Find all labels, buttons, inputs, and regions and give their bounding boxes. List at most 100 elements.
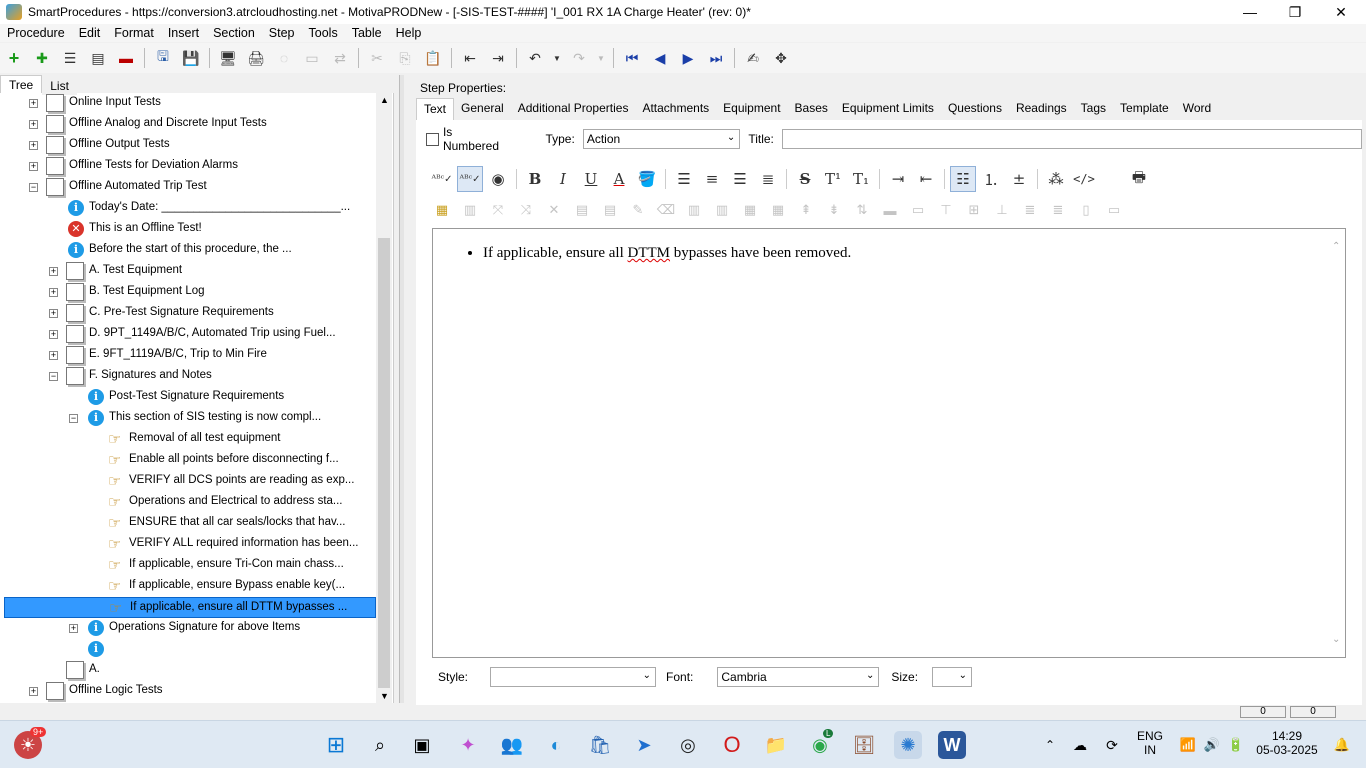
expand-icon[interactable]: + <box>49 330 58 339</box>
menu-insert[interactable]: Insert <box>161 26 206 40</box>
spellcheck-as-you-type-icon[interactable]: ᴬᴮᶜ✓ <box>457 166 483 192</box>
magic-wand-icon[interactable]: ⁂ <box>1043 166 1069 192</box>
tab-tags[interactable]: Tags <box>1074 98 1113 120</box>
chevron-up-icon[interactable]: ⌃ <box>1036 731 1064 759</box>
scroll-thumb[interactable] <box>378 238 390 688</box>
bullet-list-icon[interactable]: ☷ <box>950 166 976 192</box>
print-preview-icon[interactable]: 🖶 <box>1126 166 1152 192</box>
copy-icon[interactable]: ⎘ <box>394 47 416 69</box>
html-source-icon[interactable]: </> <box>1071 166 1097 192</box>
menu-edit[interactable]: Edit <box>72 26 108 40</box>
justify-icon[interactable]: ≣ <box>755 166 781 192</box>
tree-node[interactable]: ☞ If applicable, ensure all DTTM bypasses… <box>4 597 376 618</box>
insert-row-above-icon[interactable]: ▤ <box>571 200 593 220</box>
tree-node[interactable]: ☞ Removal of all test equipment <box>4 429 376 450</box>
menu-help[interactable]: Help <box>389 26 429 40</box>
tree-node[interactable]: + B. Test Equipment Log <box>4 282 376 303</box>
numbered-list-icon[interactable]: ⒈ <box>978 166 1004 192</box>
tab-additional-properties[interactable]: Additional Properties <box>511 98 636 120</box>
collapse-icon[interactable]: − <box>29 183 38 192</box>
tree-node[interactable]: + A. Test Equipment <box>4 261 376 282</box>
step-text-editor[interactable]: If applicable, ensure all DTTM bypasses … <box>432 228 1346 658</box>
expand-icon[interactable]: + <box>49 267 58 276</box>
style-select[interactable]: ⌄ <box>490 667 657 687</box>
tab-attachments[interactable]: Attachments <box>635 98 716 120</box>
redo-icon[interactable]: ↷ <box>568 47 590 69</box>
collapse-icon[interactable]: − <box>69 414 78 423</box>
editor-scrollbar[interactable]: ⌃ ⌄ <box>1329 229 1345 657</box>
tree-node[interactable]: + Offline Analog and Discrete Input Tests <box>4 114 376 135</box>
input-field-icon[interactable]: ▭ <box>1103 200 1125 220</box>
collapse-icon[interactable]: − <box>49 372 58 381</box>
expand-icon[interactable]: + <box>49 351 58 360</box>
size-select[interactable]: ⌄ <box>932 667 973 687</box>
title-input[interactable] <box>781 129 1362 149</box>
tree-node[interactable]: + Offline Tests for Deviation Alarms <box>4 156 376 177</box>
style-icon[interactable]: ◉ <box>485 166 511 192</box>
tree-node[interactable]: A. <box>4 660 376 681</box>
tree-node[interactable]: + C. Pre-Test Signature Requirements <box>4 303 376 324</box>
outdent-icon[interactable]: ⇤ <box>459 47 481 69</box>
menu-tools[interactable]: Tools <box>302 26 345 40</box>
strikethrough-icon[interactable]: S <box>792 166 818 192</box>
expand-icon[interactable]: + <box>29 687 38 696</box>
menu-section[interactable]: Section <box>206 26 262 40</box>
tree-node[interactable]: ✕ This is an Offline Test! <box>4 219 376 240</box>
tree-node[interactable]: ☞ If applicable, ensure Bypass enable key… <box>4 576 376 597</box>
insert-table-icon[interactable]: ▦ <box>431 200 453 220</box>
delete-col-icon[interactable]: ▦ <box>739 200 761 220</box>
transfer-icon[interactable]: ⇄ <box>329 47 351 69</box>
tree-node[interactable]: − Offline Automated Trip Test <box>4 177 376 198</box>
add-icon[interactable]: + <box>3 47 25 69</box>
store-icon[interactable]: 🛍 <box>586 731 614 759</box>
copilot-icon[interactable]: ✦ <box>454 731 482 759</box>
split-cell-icon[interactable]: ⤧ <box>487 200 509 220</box>
merge-cell-icon[interactable]: ⤨ <box>515 200 537 220</box>
tree-node[interactable]: + Online Input Tests <box>4 93 376 114</box>
tree-node[interactable]: + Offline Logic Tests <box>4 681 376 702</box>
sync-icon[interactable]: ⟳ <box>1098 731 1126 759</box>
tab-questions[interactable]: Questions <box>941 98 1009 120</box>
tree-node[interactable]: − F. Signatures and Notes <box>4 366 376 387</box>
spellcheck-icon[interactable]: ᴬᴮᶜ✓ <box>429 166 455 192</box>
cut-icon[interactable]: ✂ <box>366 47 388 69</box>
bold-icon[interactable]: B <box>522 166 548 192</box>
redo-dropdown-icon[interactable]: ▼ <box>596 47 606 69</box>
align-middle-icon[interactable]: ⊞ <box>963 200 985 220</box>
notifications-icon[interactable]: 🔔 <box>1328 731 1356 759</box>
remove-icon[interactable]: ▬ <box>115 47 137 69</box>
export-icon[interactable]: 🖥 <box>217 47 239 69</box>
list-icon[interactable]: ☰ <box>59 47 81 69</box>
minimize-button[interactable]: — <box>1227 0 1273 24</box>
edit-cell-icon[interactable]: ✎ <box>627 200 649 220</box>
list-detail-icon[interactable]: ▤ <box>87 47 109 69</box>
step-text-bullet[interactable]: If applicable, ensure all DTTM bypasses … <box>483 245 851 262</box>
word-icon[interactable]: W <box>938 731 966 759</box>
power-automate-icon[interactable]: ➤ <box>630 731 658 759</box>
maximize-button[interactable]: ❐ <box>1272 0 1318 24</box>
language-indicator[interactable]: ENG IN <box>1132 729 1168 757</box>
tab-word[interactable]: Word <box>1176 98 1218 120</box>
tab-template[interactable]: Template <box>1113 98 1176 120</box>
tree-node[interactable]: + Offline Output Tests <box>4 135 376 156</box>
field-icon[interactable]: ▯ <box>1075 200 1097 220</box>
tab-general[interactable]: General <box>454 98 511 120</box>
expand-icon[interactable]: + <box>69 624 78 633</box>
tree-node[interactable]: − i This section of SIS testing is now com… <box>4 408 376 429</box>
tree-node[interactable]: ☞ Operations and Electrical to address st… <box>4 492 376 513</box>
save-all-icon[interactable]: 🖫 <box>152 47 174 69</box>
decrease-indent-icon[interactable]: ⇤ <box>913 166 939 192</box>
edge-icon[interactable]: ◐ <box>542 731 570 759</box>
search-icon[interactable]: ⌕ <box>366 731 394 759</box>
save-icon[interactable]: 💾 <box>180 47 202 69</box>
align-center-icon[interactable]: ≡ <box>699 166 725 192</box>
panel-splitter[interactable] <box>399 75 404 703</box>
align-top-icon[interactable]: ⊤ <box>935 200 957 220</box>
cell-shade-icon[interactable]: ▬ <box>879 200 901 220</box>
next-icon[interactable]: ▶ <box>677 47 699 69</box>
clear-cell-icon[interactable]: ⌫ <box>655 200 677 220</box>
scroll-down-icon[interactable]: ▼ <box>380 691 389 701</box>
print-icon[interactable]: 🖨 <box>245 47 267 69</box>
task-view-icon[interactable]: ▣ <box>408 731 436 759</box>
battery-icon[interactable]: 🔋 <box>1222 731 1250 759</box>
